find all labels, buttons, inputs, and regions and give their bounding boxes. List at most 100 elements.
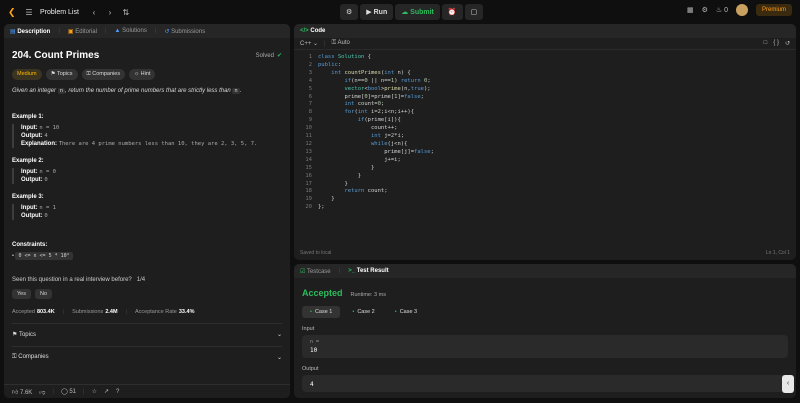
constraints-title: Constraints: [12, 242, 48, 248]
history-icon: ↺ [164, 28, 170, 35]
notes-button[interactable]: ▢ [464, 4, 484, 20]
example-input: n = 1 [39, 205, 56, 211]
problem-list-link[interactable]: Problem List [40, 9, 79, 16]
tab-testcase[interactable]: ☑ Testcase [300, 268, 331, 275]
companies-accordion[interactable]: ⚿ Companies ⌄ [12, 346, 282, 361]
example-output: 4 [44, 133, 48, 139]
share-icon[interactable]: ↗ [104, 388, 109, 395]
checkbox-icon: ☑ [300, 268, 306, 275]
input-variable: n = [310, 339, 320, 345]
chevron-down-icon: ⌄ [276, 332, 282, 338]
settings-icon[interactable]: ⚙ [702, 6, 708, 14]
example-output: 0 [44, 177, 48, 183]
yes-button[interactable]: Yes [12, 289, 31, 299]
comment-count: 51 [69, 389, 77, 395]
auto-mode[interactable]: ⚿ Auto [332, 40, 350, 47]
tab-testcase-label: Testcase [306, 268, 331, 275]
star-icon[interactable]: ☆ [92, 388, 97, 395]
help-icon[interactable]: ? [116, 389, 119, 395]
difficulty-badge[interactable]: Medium [12, 69, 42, 80]
case-tab-1[interactable]: • Case 1 [302, 306, 341, 318]
description-panel: ▤ Description | ▣ Editorial | ▲ Solution… [4, 24, 290, 398]
top-bar: ❮ ☰ Problem List ‹ › ⇅ ⚙ ▶ Run ☁ Submit … [0, 0, 800, 24]
braces-icon[interactable]: { } [773, 40, 779, 47]
example-input: n = 10 [39, 125, 60, 131]
output-section-label: Output [302, 366, 319, 372]
layout-icon[interactable]: ▦ [687, 6, 694, 14]
prev-problem-icon[interactable]: ‹ [89, 8, 99, 17]
solved-label: Solved [255, 53, 274, 59]
like-button[interactable]: 👍︎ 7.6K [12, 388, 32, 396]
output-box: 4 [302, 375, 788, 392]
bookmark-icon[interactable]: □ [764, 40, 768, 47]
interview-count: 1/4 [136, 277, 146, 283]
tab-solutions[interactable]: ▲ Solutions [115, 28, 147, 34]
no-button[interactable]: No [34, 289, 53, 299]
timer-button[interactable]: ⏰ [441, 4, 463, 20]
case-label: Case 3 [399, 309, 418, 315]
book-icon: ▣ [67, 28, 74, 35]
submit-label: Submit [410, 8, 434, 16]
streak-counter[interactable]: ♨ 0 [716, 6, 728, 14]
lock-icon: ⚿ [86, 71, 91, 77]
cursor-position: Ln 1, Col 1 [765, 250, 790, 256]
list-icon[interactable]: ☰ [24, 8, 34, 17]
check-circle-icon: ✔ [276, 53, 282, 59]
debug-button[interactable]: ⚙ [340, 4, 359, 20]
topics-tag[interactable]: ⚑ Topics [45, 69, 78, 80]
test-panel: ☑ Testcase | >_ Test Result Accepted Run… [294, 264, 796, 398]
case-tab-3[interactable]: • Case 3 [387, 306, 425, 318]
hint-tag-label: Hint [140, 71, 151, 77]
stat-acceptance-rate: Acceptance Rate 33.4% [135, 309, 195, 315]
play-icon: ▶ [366, 9, 374, 16]
reset-icon[interactable]: ↺ [785, 40, 790, 47]
input-value: 10 [310, 347, 318, 354]
code-editor[interactable]: 1 2 3 4 5 6 7 8 9 10 11 12 13 14 15 16 17 18 19 20 class So… [294, 50, 796, 212]
comments-button[interactable]: ◯ 51 [61, 388, 76, 395]
tab-submissions[interactable]: ↺ Submissions [164, 28, 205, 35]
tab-description[interactable]: ▤ Description [10, 28, 50, 35]
tab-editorial[interactable]: ▣ Editorial [68, 28, 97, 35]
shuffle-icon[interactable]: ⇅ [121, 8, 131, 17]
case-tabs: • Case 1 • Case 2 • Case 3 [294, 298, 796, 318]
case-tab-2[interactable]: • Case 2 [344, 306, 382, 318]
save-status: Saved to local [300, 250, 332, 256]
solved-status: Solved ✔ [256, 52, 282, 59]
example-box: Input: n = 0 Output: 0 [12, 168, 282, 184]
auto-label: Auto [337, 40, 350, 46]
tab-test-result[interactable]: >_ Test Result [348, 268, 388, 274]
bug-icon: ⚙ [346, 9, 353, 16]
premium-button[interactable]: Premium [755, 4, 792, 16]
topics-accordion[interactable]: ⚑ Topics ⌄ [12, 323, 282, 338]
run-button[interactable]: ▶ Run [360, 4, 394, 20]
lightbulb-icon: ☼ [134, 71, 140, 77]
next-problem-icon[interactable]: › [105, 8, 115, 17]
case-label: Case 2 [357, 309, 375, 315]
code-panel-header: </> Code [294, 24, 796, 38]
example-box: Input: n = 1 Output: 0 [12, 204, 282, 220]
dislike-icon[interactable]: 👎︎ [39, 388, 45, 396]
feedback-icon[interactable]: ‹ [782, 375, 794, 393]
pass-dot-icon: • [352, 309, 355, 315]
tab-submissions-label: Submissions [171, 28, 206, 35]
note-icon: ▢ [470, 9, 478, 16]
topics-tag-label: Topics [56, 71, 73, 77]
terminal-icon: >_ [348, 268, 356, 274]
language-select[interactable]: C++ ⌄ [300, 40, 318, 47]
leetcode-logo-icon[interactable]: ❮ [8, 7, 18, 17]
tab-test-result-label: Test Result [356, 268, 389, 274]
hint-tag[interactable]: ☼ Hint [129, 69, 156, 80]
submit-button[interactable]: ☁ Submit [395, 4, 440, 20]
statement-text: Given an integer [12, 88, 58, 94]
avatar[interactable] [735, 4, 748, 16]
companies-tag-label: Companies [92, 71, 121, 77]
line-numbers: 1 2 3 4 5 6 7 8 9 10 11 12 13 14 15 16 17 18 19 20 [305, 54, 312, 211]
like-count: 7.6K [19, 389, 33, 396]
example-title: Example 3: [12, 194, 44, 200]
code-tab-label: Code [310, 28, 326, 34]
companies-tag[interactable]: ⚿ Companies [81, 69, 126, 80]
code-tab[interactable]: </> Code [300, 28, 325, 34]
input-section-label: Input [302, 326, 315, 332]
statement-text: , return the number of prime numbers tha… [65, 88, 233, 94]
example-title: Example 1: [12, 114, 44, 120]
